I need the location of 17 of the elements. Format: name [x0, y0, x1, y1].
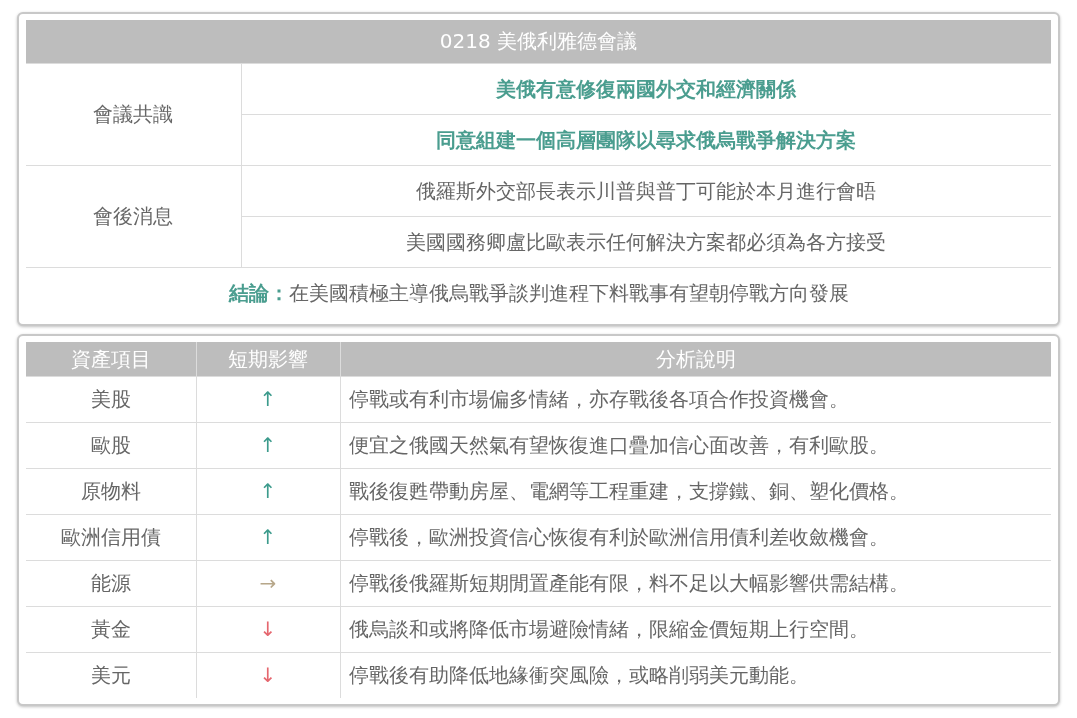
table-cell: 歐股 [26, 422, 196, 468]
table-cell: 美元 [26, 652, 196, 698]
table-title: 0218 美俄利雅德會議 [26, 20, 1051, 63]
table-cell: 原物料 [26, 468, 196, 514]
table-cell: 停戰後有助降低地緣衝突風險，或略削弱美元動能。 [340, 652, 1051, 698]
column-header: 資產項目 [26, 342, 196, 376]
table-cell: 美股 [26, 376, 196, 422]
row-label: 會議共識 [26, 63, 241, 165]
table-cell: 能源 [26, 560, 196, 606]
table-cell: 同意組建一個高層團隊以尋求俄烏戰爭解決方案 [241, 114, 1051, 165]
conclusion-text: 結論：在美國積極主導俄烏戰爭談判進程下料戰事有望朝停戰方向發展 [26, 267, 1051, 318]
table-cell: 歐洲信用債 [26, 514, 196, 560]
row-label: 會後消息 [26, 165, 241, 267]
table-cell: 黃金 [26, 606, 196, 652]
column-header: 分析說明 [340, 342, 1051, 376]
table-cell: 美國國務卿盧比歐表示任何解決方案都必須為各方接受 [241, 216, 1051, 267]
column-header: 短期影響 [196, 342, 340, 376]
